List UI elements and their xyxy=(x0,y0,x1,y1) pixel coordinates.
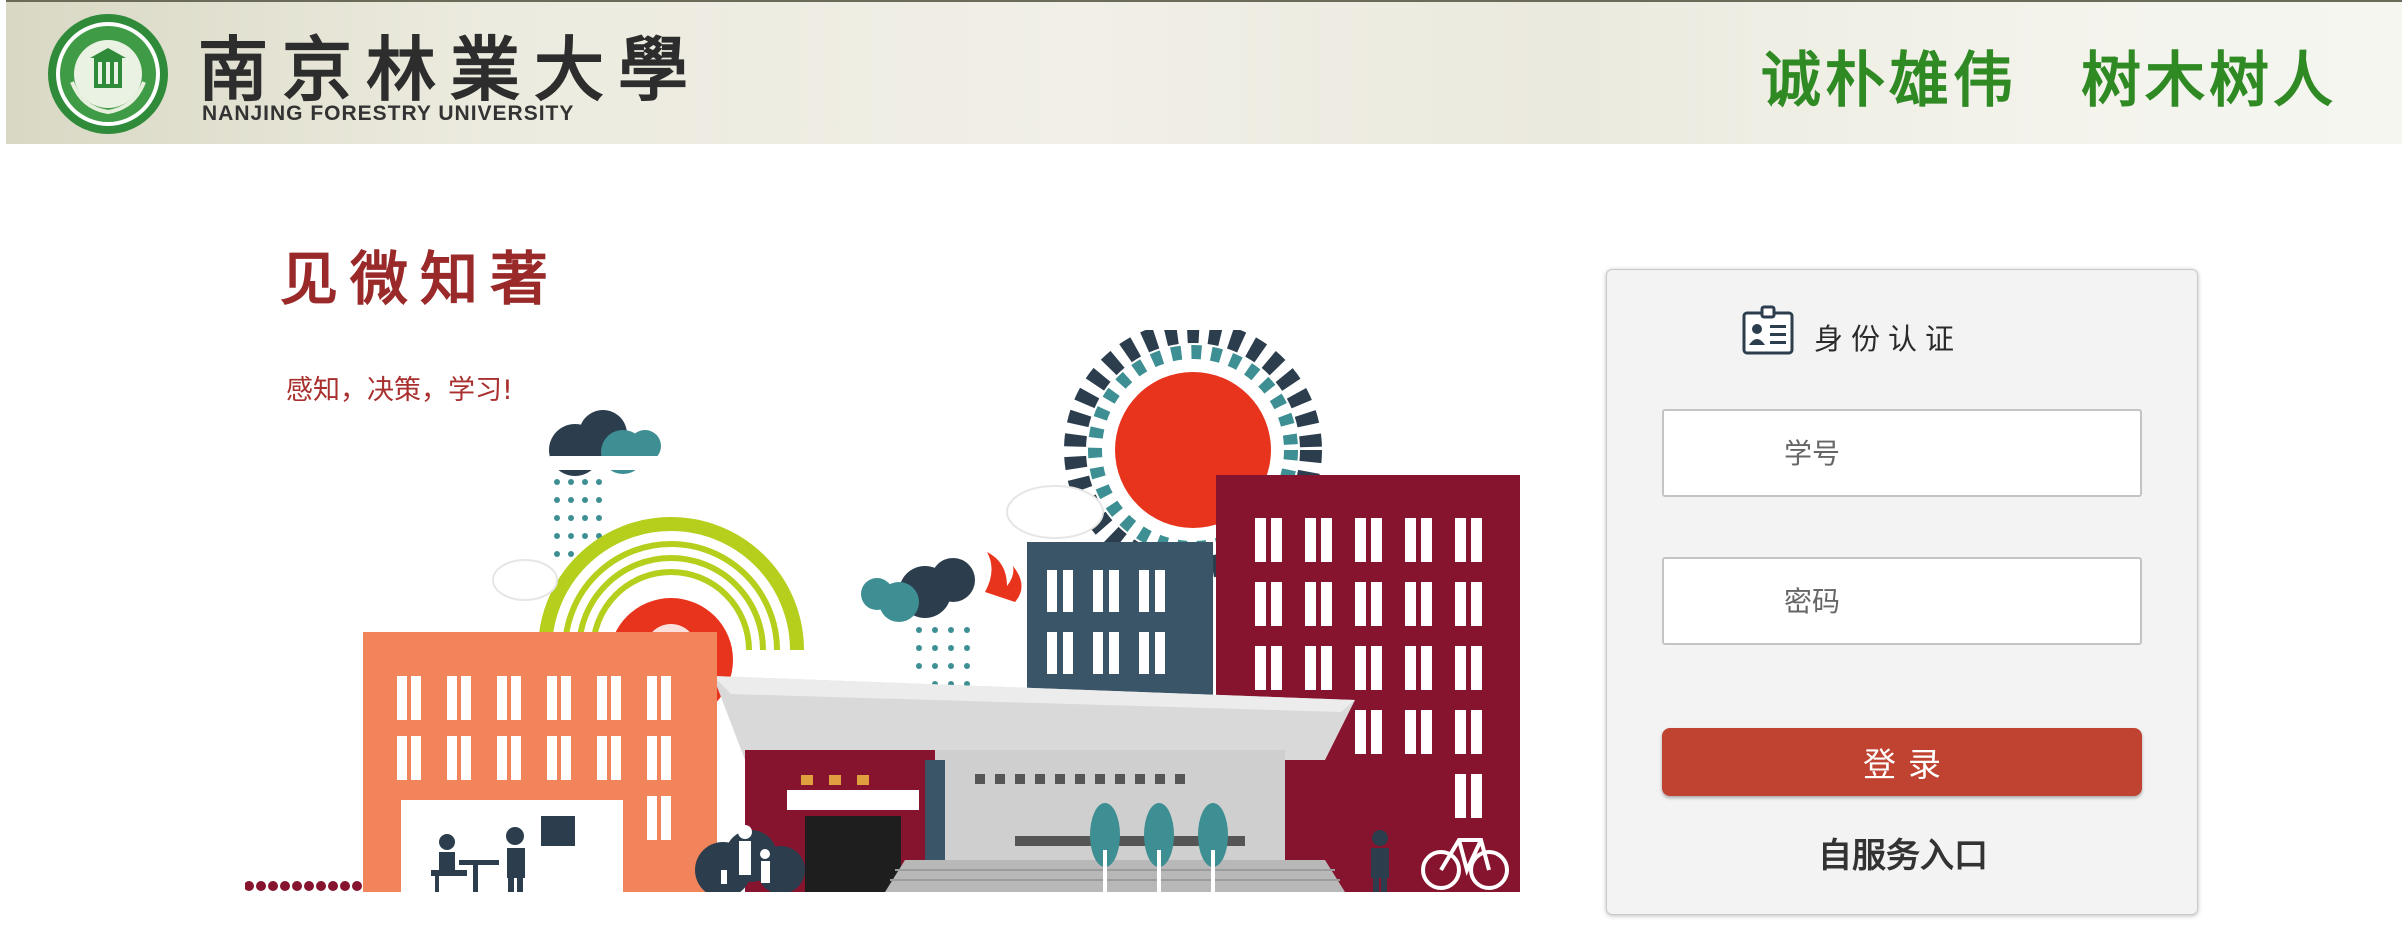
campus-illustration xyxy=(245,330,1520,892)
rain-cloud-middle xyxy=(861,552,1022,687)
university-emblem-icon xyxy=(48,14,168,134)
university-motto: 诚朴雄伟 树木树人 xyxy=(1761,46,2337,116)
header-banner: 南京林業大學 NANJING FORESTRY UNIVERSITY 诚朴雄伟 … xyxy=(6,0,2402,144)
login-panel: 身份认证 登录 自服务入口 xyxy=(1606,269,2198,915)
self-service-link[interactable]: 自服务入口 xyxy=(1607,828,2199,877)
id-card-icon xyxy=(1742,305,1794,355)
student-id-input[interactable] xyxy=(1662,409,2142,497)
university-name-cn: 南京林業大學 xyxy=(198,28,702,111)
login-panel-title: 身份认证 xyxy=(1814,322,1963,356)
login-panel-header: 身份认证 xyxy=(1742,300,1962,360)
salmon-building xyxy=(245,632,717,892)
hero-title: 见微知著 xyxy=(280,245,561,313)
login-button[interactable]: 登录 xyxy=(1662,728,2142,796)
password-input[interactable] xyxy=(1662,557,2142,645)
university-name-en: NANJING FORESTRY UNIVERSITY xyxy=(202,102,575,125)
